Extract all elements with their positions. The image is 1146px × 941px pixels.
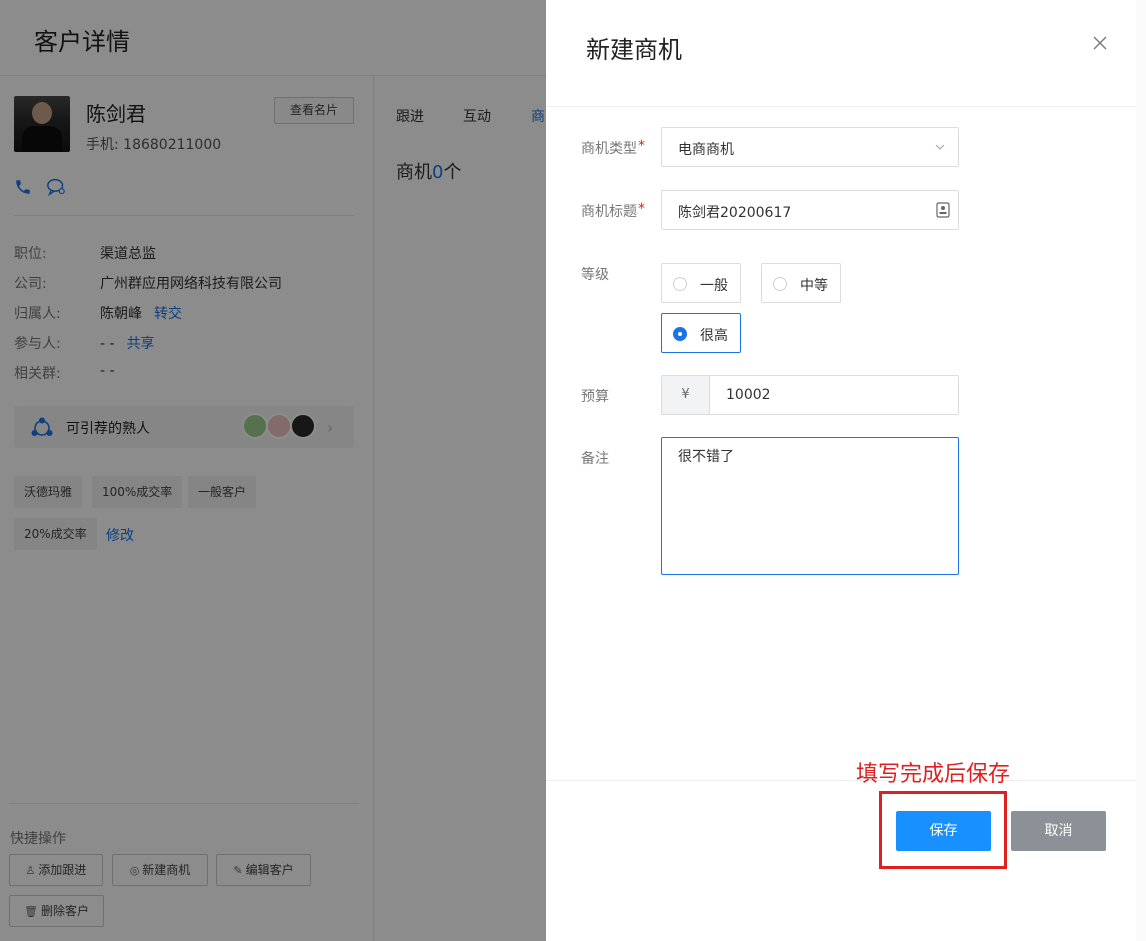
type-label: 商机类型* — [581, 138, 645, 157]
radio-checked-icon — [673, 327, 687, 341]
divider — [546, 106, 1136, 107]
opportunity-title-input[interactable]: 陈剑君20200617 — [661, 190, 959, 230]
currency-prefix: ¥ — [662, 376, 710, 414]
close-icon[interactable] — [1091, 34, 1109, 52]
annotation-text: 填写完成后保存 — [856, 762, 1011, 787]
drawer-title: 新建商机 — [586, 36, 682, 64]
remark-textarea[interactable]: 很不错了 — [661, 437, 959, 575]
divider — [546, 780, 1136, 781]
chevron-down-icon — [934, 141, 946, 157]
budget-label: 预算 — [581, 389, 609, 405]
modal-overlay[interactable] — [0, 0, 546, 941]
annotation-highlight-box — [879, 791, 1007, 869]
title-label: 商机标题* — [581, 201, 645, 220]
remark-label: 备注 — [581, 451, 609, 467]
level-label: 等级 — [581, 267, 609, 283]
radio-icon — [673, 277, 687, 291]
opportunity-type-select[interactable]: 电商商机 — [661, 127, 959, 167]
new-opportunity-drawer: 新建商机 商机类型* 电商商机 商机标题* 陈剑君20200617 等级 一般 … — [546, 0, 1136, 941]
budget-input[interactable]: ¥ 10002 — [661, 375, 959, 415]
level-option-high[interactable]: 很高 — [661, 313, 741, 353]
cancel-button[interactable]: 取消 — [1011, 811, 1106, 851]
contact-card-icon[interactable] — [936, 202, 950, 222]
radio-icon — [773, 277, 787, 291]
page-edge — [1136, 0, 1146, 941]
level-option-medium[interactable]: 中等 — [761, 263, 841, 303]
level-option-normal[interactable]: 一般 — [661, 263, 741, 303]
